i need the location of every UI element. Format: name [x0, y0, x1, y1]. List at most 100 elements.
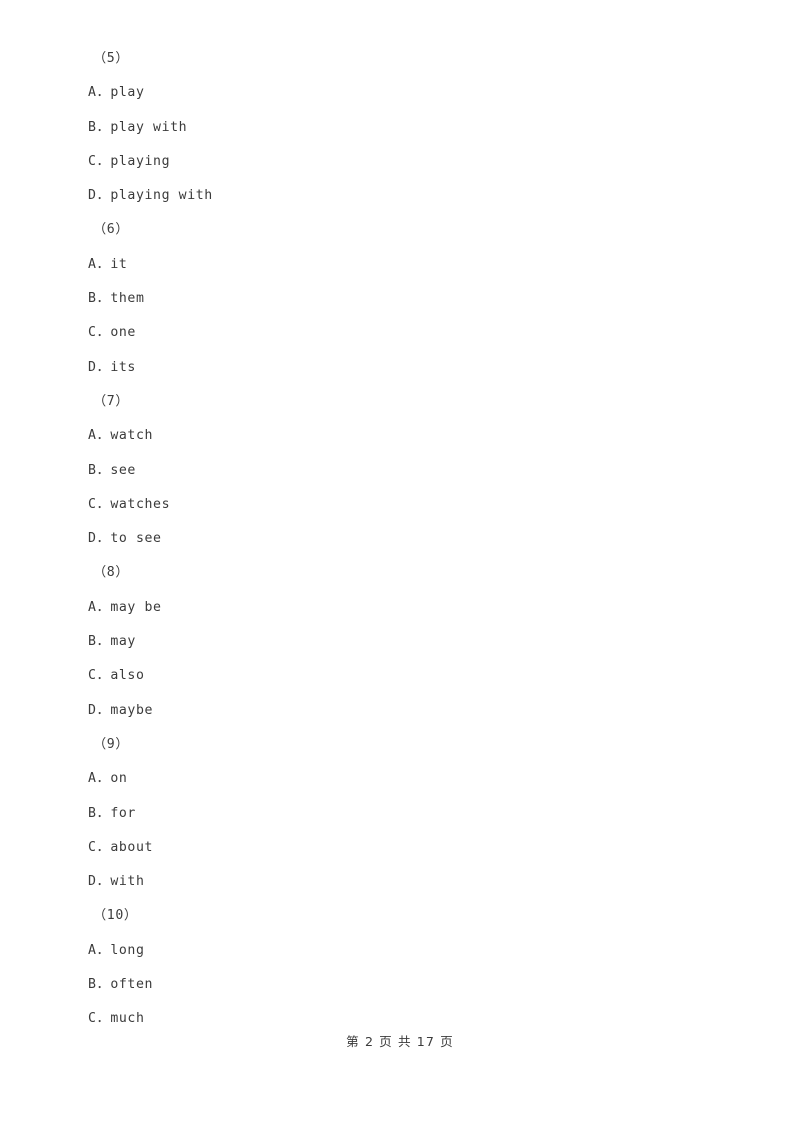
- option-text: with: [110, 874, 145, 890]
- option-text: also: [110, 668, 145, 684]
- option-separator: ．: [96, 428, 111, 444]
- option-letter: C: [88, 839, 97, 855]
- option-letter: B: [88, 291, 97, 307]
- option-text: them: [110, 291, 145, 307]
- option-separator: ．: [96, 599, 111, 615]
- option-text: its: [110, 359, 136, 375]
- option-text: for: [110, 805, 136, 821]
- option-row[interactable]: C．one: [88, 316, 748, 350]
- option-row[interactable]: B．often: [88, 968, 748, 1002]
- option-row[interactable]: C．playing: [88, 145, 748, 179]
- option-letter: C: [88, 496, 97, 512]
- option-separator: ．: [96, 634, 111, 650]
- option-row[interactable]: B．for: [88, 797, 748, 831]
- question-list: （5） A．play B．play with C．playing D．playi…: [88, 42, 748, 1037]
- question-number: （9）: [93, 736, 130, 752]
- option-separator: ．: [96, 771, 111, 787]
- option-text: playing with: [110, 188, 213, 204]
- option-row[interactable]: C．watches: [88, 488, 748, 522]
- option-row[interactable]: D．to see: [88, 522, 748, 556]
- option-row[interactable]: B．see: [88, 454, 748, 488]
- option-letter: A: [88, 771, 97, 787]
- option-letter: A: [88, 428, 97, 444]
- option-text: play with: [110, 119, 188, 135]
- option-row[interactable]: A．on: [88, 762, 748, 796]
- option-letter: B: [88, 119, 97, 135]
- option-separator: ．: [96, 668, 111, 684]
- option-letter: A: [88, 256, 97, 272]
- option-separator: ．: [96, 119, 111, 135]
- option-separator: ．: [96, 805, 111, 821]
- option-text: long: [110, 942, 145, 958]
- option-row[interactable]: D．playing with: [88, 179, 748, 213]
- option-row[interactable]: A．watch: [88, 419, 748, 453]
- option-letter: C: [88, 325, 97, 341]
- option-row[interactable]: B．may: [88, 625, 748, 659]
- option-separator: ．: [96, 531, 111, 547]
- option-letter: D: [88, 188, 97, 204]
- option-separator: ．: [96, 462, 111, 478]
- option-text: watches: [110, 496, 171, 512]
- page-footer: 第 2 页 共 17 页: [346, 1034, 454, 1049]
- question-block: （7） A．watch B．see C．watches D．to see: [88, 385, 748, 556]
- option-row[interactable]: B．play with: [88, 111, 748, 145]
- option-text: one: [110, 325, 136, 341]
- option-separator: ．: [96, 291, 111, 307]
- option-separator: ．: [96, 1011, 111, 1027]
- document-page: （5） A．play B．play with C．playing D．playi…: [0, 0, 800, 1132]
- option-row[interactable]: A．long: [88, 934, 748, 968]
- option-letter: A: [88, 942, 97, 958]
- option-text: often: [110, 977, 154, 993]
- option-text: to see: [110, 531, 162, 547]
- option-separator: ．: [96, 85, 111, 101]
- option-letter: D: [88, 531, 97, 547]
- option-row[interactable]: D．maybe: [88, 694, 748, 728]
- option-separator: ．: [96, 153, 111, 169]
- option-row[interactable]: C．also: [88, 659, 748, 693]
- option-letter: A: [88, 599, 97, 615]
- option-letter: D: [88, 359, 97, 375]
- question-block: （6） A．it B．them C．one D．its: [88, 213, 748, 384]
- option-separator: ．: [96, 874, 111, 890]
- option-letter: C: [88, 668, 97, 684]
- option-text: watch: [110, 428, 154, 444]
- option-letter: B: [88, 805, 97, 821]
- option-letter: C: [88, 1011, 97, 1027]
- option-row[interactable]: D．its: [88, 351, 748, 385]
- question-number: （5）: [93, 51, 130, 66]
- option-text: playing: [110, 153, 171, 169]
- question-block: （5） A．play B．play with C．playing D．playi…: [88, 42, 748, 213]
- question-number: （10）: [93, 908, 138, 924]
- option-text: maybe: [110, 702, 154, 718]
- option-separator: ．: [96, 839, 111, 855]
- option-text: play: [110, 85, 145, 101]
- option-text: on: [110, 771, 128, 787]
- option-text: much: [110, 1011, 145, 1027]
- option-letter: D: [88, 874, 97, 890]
- option-separator: ．: [96, 359, 111, 375]
- option-letter: B: [88, 634, 97, 650]
- option-row[interactable]: D．with: [88, 865, 748, 899]
- option-row[interactable]: A．it: [88, 248, 748, 282]
- option-letter: D: [88, 702, 97, 718]
- option-separator: ．: [96, 496, 111, 512]
- question-block: （10） A．long B．often C．much: [88, 899, 748, 1036]
- option-row[interactable]: C．about: [88, 831, 748, 865]
- option-letter: C: [88, 153, 97, 169]
- question-number: （7）: [93, 393, 130, 409]
- option-separator: ．: [96, 256, 111, 272]
- option-text: may: [110, 634, 136, 650]
- option-text: about: [110, 839, 154, 855]
- question-block: （9） A．on B．for C．about D．with: [88, 728, 748, 899]
- option-separator: ．: [96, 325, 111, 341]
- option-row[interactable]: A．play: [88, 76, 748, 110]
- option-letter: A: [88, 85, 97, 101]
- option-text: it: [110, 256, 128, 272]
- option-row[interactable]: B．them: [88, 282, 748, 316]
- option-separator: ．: [96, 188, 111, 204]
- option-separator: ．: [96, 702, 111, 718]
- option-letter: B: [88, 977, 97, 993]
- option-letter: B: [88, 462, 97, 478]
- question-number: （8）: [93, 565, 130, 581]
- option-row[interactable]: A．may be: [88, 591, 748, 625]
